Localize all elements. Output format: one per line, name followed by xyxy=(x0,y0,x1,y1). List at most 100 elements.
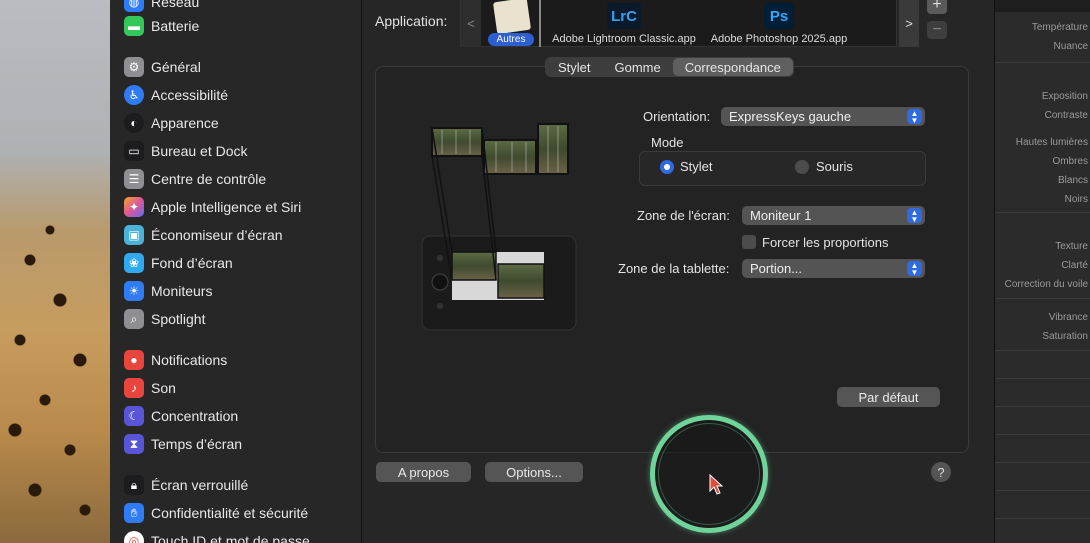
sidebar-item-displays[interactable]: ☀ Moniteurs xyxy=(124,279,212,303)
sidebar-item-label: Temps d’écran xyxy=(151,436,243,452)
slider-label: Hautes lumières xyxy=(1015,137,1088,148)
application-label: Application: xyxy=(375,13,448,29)
orientation-label: Orientation: xyxy=(643,109,711,124)
app-tile-photoshop[interactable]: Ps Adobe Photoshop 2025.app xyxy=(709,0,849,47)
appearance-icon: ◐ xyxy=(124,113,144,133)
slider-label: Ombres xyxy=(1052,156,1088,167)
sidebar-item-label: Fond d’écran xyxy=(151,255,233,271)
sidebar-item-label: Touch ID et mot de passe xyxy=(151,533,310,543)
slider-label: Température xyxy=(1031,22,1088,33)
mode-stylus-label: Stylet xyxy=(680,159,713,174)
sidebar-item-touch-id[interactable]: ◎ Touch ID et mot de passe xyxy=(124,529,310,543)
sidebar-item-label: Batterie xyxy=(151,18,200,34)
sidebar-item-spotlight[interactable]: ⌕ Spotlight xyxy=(124,307,205,331)
control-center-icon: ☰ xyxy=(124,169,144,189)
others-badge: Autres xyxy=(488,33,534,46)
sidebar-item-sound[interactable]: ♪ Son xyxy=(124,376,176,400)
globe-icon: ◍ xyxy=(124,0,144,12)
slider-label: Correction du voile xyxy=(1004,279,1088,290)
sidebar-item-desktop-dock[interactable]: ▭ Bureau et Dock xyxy=(124,139,248,163)
tablet-zone-label: Zone de la tablette: xyxy=(618,261,730,276)
add-app-button[interactable]: + xyxy=(927,0,947,14)
mode-title: Mode xyxy=(651,135,684,150)
siri-icon: ✦ xyxy=(124,197,144,217)
privacy-hand-icon: ✋︎ xyxy=(124,503,144,523)
radio-mouse[interactable] xyxy=(795,160,809,174)
sidebar-item-accessibility[interactable]: ♿ Accessibilité xyxy=(124,83,228,107)
mode-mouse-label: Souris xyxy=(816,159,853,174)
sidebar-item-focus[interactable]: ☾ Concentration xyxy=(124,404,238,428)
sidebar-item-network[interactable]: ◍ Réseau xyxy=(124,0,199,14)
sidebar-item-label: Réseau xyxy=(151,0,200,10)
slider-label: Exposition xyxy=(1041,91,1088,102)
sidebar-item-battery[interactable]: ▬ Batterie xyxy=(124,14,199,38)
sidebar-item-wallpaper[interactable]: ❀ Fond d’écran xyxy=(124,251,233,275)
accessibility-icon: ♿ xyxy=(124,85,144,105)
about-button[interactable]: A propos xyxy=(376,462,471,482)
sidebar-item-privacy[interactable]: ✋︎ Confidentialité et sécurité xyxy=(124,501,308,525)
settings-sidebar: ◍ Réseau ▬ Batterie ⚙ Général ♿ Accessib… xyxy=(110,0,362,543)
force-proportions-checkbox[interactable] xyxy=(742,235,756,249)
screen-zone-select[interactable]: Moniteur 1 ▲ ▼ xyxy=(742,206,925,225)
sidebar-item-label: Centre de contrôle xyxy=(151,171,267,187)
sidebar-item-label: Notifications xyxy=(151,352,228,368)
others-app-icon xyxy=(492,0,532,35)
orientation-select[interactable]: ExpressKeys gauche ▲ ▼ xyxy=(721,107,925,126)
tab-mapping[interactable]: Correspondance xyxy=(672,58,793,76)
app-name: Adobe Photoshop 2025.app xyxy=(710,33,848,45)
help-button[interactable]: ? xyxy=(931,462,951,482)
screensaver-icon: ▣ xyxy=(124,225,144,245)
sidebar-item-lock-screen[interactable]: 🔒︎ Écran verrouillé xyxy=(124,473,248,497)
focus-icon: ☾ xyxy=(124,406,144,426)
sidebar-item-appearance[interactable]: ◐ Apparence xyxy=(124,111,219,135)
sidebar-item-label: Accessibilité xyxy=(151,87,229,103)
lock-icon: 🔒︎ xyxy=(124,475,144,495)
dock-icon: ▭ xyxy=(124,141,144,161)
slider-label: Vibrance xyxy=(1048,312,1088,323)
screen-time-icon: ⧗ xyxy=(124,434,144,454)
screen-zone-label: Zone de l'écran: xyxy=(637,208,730,223)
sidebar-item-label: Économiseur d’écran xyxy=(151,227,283,243)
touch-id-icon: ◎ xyxy=(124,531,144,543)
sidebar-item-label: Confidentialité et sécurité xyxy=(151,505,309,521)
sidebar-item-general[interactable]: ⚙ Général xyxy=(124,55,201,79)
sidebar-item-label: Apparence xyxy=(151,115,219,131)
gear-icon: ⚙ xyxy=(124,57,144,77)
sidebar-item-notifications[interactable]: ● Notifications xyxy=(124,348,227,372)
app-name: Adobe Lightroom Classic.app xyxy=(552,33,696,45)
default-button[interactable]: Par défaut xyxy=(837,387,940,407)
tablet-mapping-illustration xyxy=(421,123,577,331)
sidebar-item-control-center[interactable]: ☰ Centre de contrôle xyxy=(124,167,266,191)
options-button[interactable]: Options... xyxy=(485,462,583,482)
force-proportions-label: Forcer les proportions xyxy=(762,235,889,250)
sidebar-item-apple-intelligence[interactable]: ✦ Apple Intelligence et Siri xyxy=(124,195,301,219)
display-icon: ☀ xyxy=(124,281,144,301)
sidebar-item-screensaver[interactable]: ▣ Économiseur d’écran xyxy=(124,223,283,247)
chevron-updown-icon: ▲ ▼ xyxy=(907,109,922,124)
app-tile-others[interactable]: Autres xyxy=(488,0,534,47)
sidebar-item-label: Spotlight xyxy=(151,311,206,327)
app-list-prev-button[interactable]: < xyxy=(461,0,481,47)
radio-stylus[interactable] xyxy=(660,160,674,174)
chevron-updown-icon: ▲ ▼ xyxy=(907,208,922,223)
slider-label: Clarté xyxy=(1061,260,1088,271)
wallpaper-icon: ❀ xyxy=(124,253,144,273)
app-tile-lightroom[interactable]: LrC Adobe Lightroom Classic.app xyxy=(551,0,697,47)
app-list-next-button[interactable]: > xyxy=(899,0,919,47)
application-list: < Autres LrC Adobe Lightroom Classic.app… xyxy=(460,0,897,47)
chevron-updown-icon: ▲ ▼ xyxy=(907,261,922,276)
mode-group: Stylet Souris xyxy=(639,151,926,186)
tablet-zone-select[interactable]: Portion... ▲ ▼ xyxy=(742,259,925,278)
sidebar-item-label: Général xyxy=(151,59,201,75)
notifications-icon: ● xyxy=(124,350,144,370)
slider-label: Contraste xyxy=(1044,110,1088,121)
tab-eraser[interactable]: Gomme xyxy=(603,58,673,76)
remove-app-button[interactable]: − xyxy=(927,21,947,39)
sound-icon: ♪ xyxy=(124,378,144,398)
tab-stylus[interactable]: Stylet xyxy=(546,58,603,76)
slider-label: Texture xyxy=(1055,241,1088,252)
slider-label: Nuance xyxy=(1053,41,1088,52)
sidebar-item-screen-time[interactable]: ⧗ Temps d’écran xyxy=(124,432,242,456)
app-list-divider xyxy=(539,0,541,47)
sidebar-item-label: Bureau et Dock xyxy=(151,143,248,159)
